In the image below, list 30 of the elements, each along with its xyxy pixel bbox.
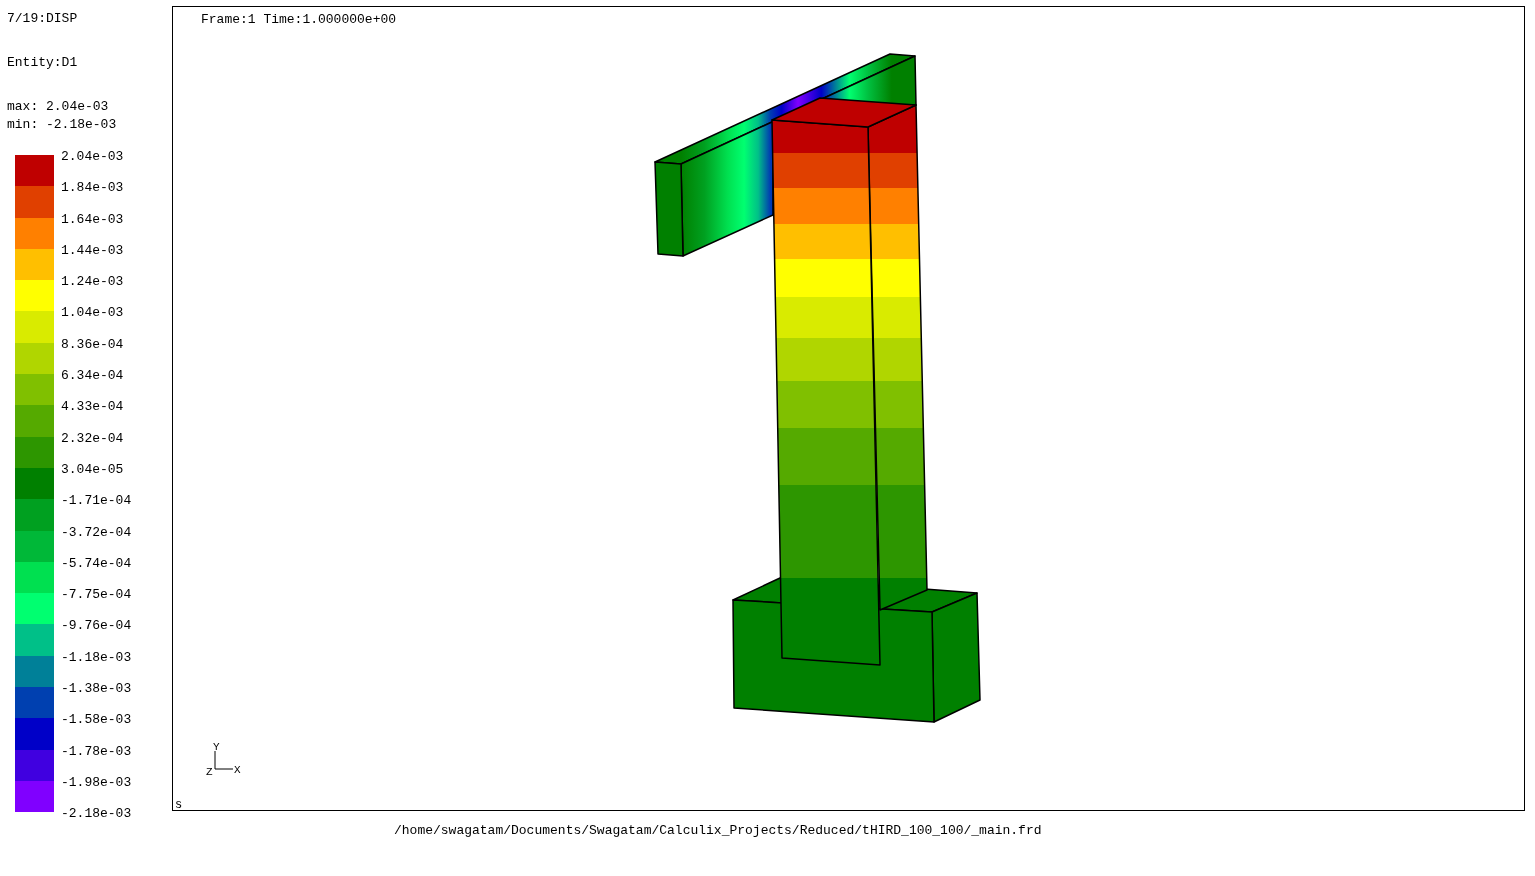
legend-value: 3.04e-05	[61, 461, 124, 477]
legend-value: 1.44e-03	[61, 242, 124, 258]
entity-label: Entity:D1	[7, 54, 79, 72]
legend-value: 4.33e-04	[61, 399, 124, 415]
legend-value: 2.32e-04	[61, 430, 124, 446]
legend-value: -1.71e-04	[61, 493, 132, 509]
legend-value: -2.18e-03	[61, 806, 132, 822]
legend-value: 1.84e-03	[61, 180, 124, 196]
legend-value: 8.36e-04	[61, 336, 124, 352]
dataset-label: 7/19:DISP	[7, 10, 79, 28]
file-path: /home/swagatam/Documents/Swagatam/Calculix_Projects/Reduced/tHIRD_100_100/_main.frd	[394, 823, 1042, 838]
legend-value: 2.04e-03	[61, 149, 124, 164]
legend-value: -1.98e-03	[61, 774, 132, 790]
legend-value: 1.04e-03	[61, 305, 124, 321]
max-value: max: 2.04e-03	[7, 98, 110, 116]
legend-value: -1.78e-03	[61, 743, 132, 759]
legend-value: -9.76e-04	[61, 618, 132, 634]
legend-value: -1.18e-03	[61, 649, 132, 665]
legend-value: -5.74e-04	[61, 555, 132, 571]
legend-value: -1.38e-03	[61, 681, 132, 697]
legend-value: 1.24e-03	[61, 274, 124, 290]
legend-value: -3.72e-04	[61, 524, 132, 540]
frame-info: Frame:1 Time:1.000000e+00	[201, 12, 397, 27]
legend-value: 1.64e-03	[61, 211, 124, 227]
legend-value: 6.34e-04	[61, 368, 124, 384]
axis-triad-drawing: Y Z X	[205, 741, 249, 777]
legend-value: -7.75e-04	[61, 587, 132, 603]
min-value: min: -2.18e-03	[7, 116, 118, 134]
corner-mark: s	[175, 798, 183, 812]
legend-value: -1.58e-03	[61, 712, 132, 728]
